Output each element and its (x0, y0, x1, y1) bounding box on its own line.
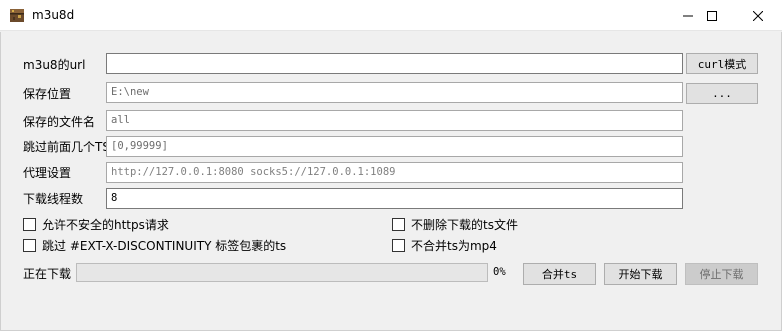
save-location-input[interactable]: E:\new (106, 82, 683, 103)
allow-insecure-https-label: 允许不安全的https请求 (42, 217, 169, 232)
proxy-label: 代理设置 (23, 166, 72, 180)
checkbox-box[interactable] (392, 217, 405, 231)
url-label: m3u8的url (23, 58, 86, 72)
start-download-button[interactable]: 开始下载 (604, 263, 677, 285)
skip-discontinuity-label: 跳过 #EXT-X-DISCONTINUITY 标签包裹的ts (42, 238, 287, 253)
title-bar: m3u8d (0, 0, 782, 31)
no-merge-mp4-label: 不合并ts为mp4 (411, 238, 497, 253)
treasure-chest-icon (9, 7, 25, 23)
progress-percent: 0% (493, 266, 506, 278)
status-label: 正在下载 (23, 267, 72, 281)
threads-label: 下载线程数 (23, 192, 84, 206)
checkbox-box[interactable] (23, 217, 36, 231)
maximize-icon (707, 10, 717, 21)
allow-insecure-https-checkbox[interactable]: 允许不安全的https请求 (23, 216, 169, 232)
save-location-label: 保存位置 (23, 87, 72, 101)
skip-discontinuity-checkbox[interactable]: 跳过 #EXT-X-DISCONTINUITY 标签包裹的ts (23, 237, 286, 253)
url-input[interactable] (106, 53, 683, 74)
checkbox-box[interactable] (392, 238, 405, 252)
maximize-button[interactable] (689, 0, 735, 31)
keep-ts-files-checkbox[interactable]: 不删除下载的ts文件 (392, 216, 518, 232)
filename-input[interactable]: all (106, 110, 683, 131)
close-button[interactable] (735, 0, 781, 31)
filename-label: 保存的文件名 (23, 115, 96, 129)
proxy-input[interactable]: http://127.0.0.1:8080 socks5://127.0.0.1… (106, 162, 683, 183)
no-merge-mp4-checkbox[interactable]: 不合并ts为mp4 (392, 237, 497, 253)
skip-ts-label: 跳过前面几个TS (23, 140, 110, 154)
close-icon (753, 10, 763, 21)
keep-ts-files-label: 不删除下载的ts文件 (411, 217, 518, 232)
window-title: m3u8d (32, 8, 75, 22)
curl-mode-button[interactable]: curl模式 (686, 53, 758, 74)
threads-input[interactable]: 8 (106, 188, 683, 209)
stop-download-button[interactable]: 停止下载 (685, 263, 758, 285)
checkbox-box[interactable] (23, 238, 36, 252)
skip-ts-input[interactable]: [0,99999] (106, 136, 683, 157)
proxy-placeholder: http://127.0.0.1:8080 socks5://127.0.0.1… (111, 166, 396, 178)
download-progress-bar (76, 263, 488, 282)
browse-button[interactable]: ... (686, 83, 758, 104)
merge-ts-button[interactable]: 合并ts (523, 263, 596, 285)
